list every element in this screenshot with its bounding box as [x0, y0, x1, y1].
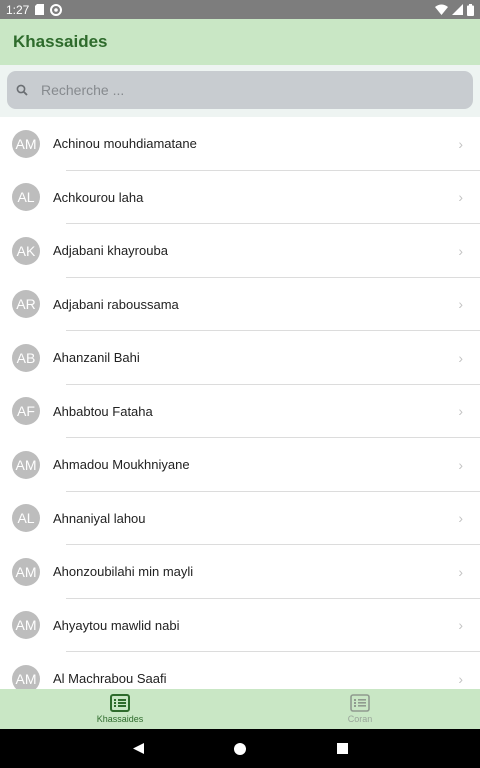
status-left: 1:27: [6, 2, 63, 17]
avatar: AL: [12, 504, 40, 533]
app-bar: Khassaides: [0, 19, 480, 65]
chevron-right-icon: ›: [458, 296, 463, 313]
tab-khassaides-label: Khassaides: [96, 714, 144, 724]
list-item[interactable]: AM Ahonzoubilahi min mayli ›: [0, 545, 480, 599]
list-item-label: Ahmadou Moukhniyane: [53, 457, 190, 473]
chevron-right-icon: ›: [458, 617, 463, 634]
list-icon: [110, 694, 130, 712]
search-bar-container: [0, 65, 480, 117]
chevron-right-icon: ›: [458, 563, 463, 580]
battery-icon: [467, 3, 474, 16]
list-item[interactable]: AM Achinou mouhdiamatane ›: [0, 117, 480, 171]
avatar: AM: [12, 611, 40, 640]
tab-khassaides[interactable]: Khassaides: [0, 689, 240, 729]
chevron-right-icon: ›: [458, 510, 463, 527]
list-item-label: Ahbabtou Fataha: [53, 403, 153, 419]
bottom-tab-bar: Khassaides Coran: [0, 689, 480, 729]
tab-coran[interactable]: Coran: [240, 689, 480, 729]
sync-icon: [50, 3, 63, 16]
list-item[interactable]: AB Ahanzanil Bahi ›: [0, 331, 480, 385]
chevron-right-icon: ›: [458, 189, 463, 206]
status-bar: 1:27: [0, 0, 480, 19]
avatar: AL: [12, 183, 40, 212]
chevron-right-icon: ›: [458, 135, 463, 152]
list-item[interactable]: AL Ahnaniyal lahou ›: [0, 492, 480, 546]
avatar: AM: [12, 129, 40, 158]
list-item[interactable]: AM Al Machrabou Saafi ›: [0, 652, 480, 689]
sd-card-icon: [35, 4, 45, 15]
list-item-label: Achkourou laha: [53, 189, 144, 205]
home-button[interactable]: [189, 742, 291, 755]
tab-coran-label: Coran: [347, 714, 373, 724]
avatar: AR: [12, 290, 40, 319]
back-icon: [132, 743, 144, 754]
status-time: 1:27: [6, 2, 30, 17]
list-item-label: Adjabani khayrouba: [53, 243, 168, 259]
search-bar[interactable]: [7, 71, 473, 109]
avatar: AF: [12, 397, 40, 426]
avatar: AM: [12, 557, 40, 586]
list-item[interactable]: AK Adjabani khayrouba ›: [0, 224, 480, 278]
list-item-label: Adjabani raboussama: [53, 296, 179, 312]
signal-icon: [452, 4, 463, 15]
recents-icon: [336, 743, 348, 754]
chevron-right-icon: ›: [458, 456, 463, 473]
search-input[interactable]: [41, 82, 441, 98]
avatar: AM: [12, 450, 40, 479]
chevron-right-icon: ›: [458, 403, 463, 420]
list-icon: [350, 694, 370, 712]
page-title: Khassaides: [13, 32, 108, 51]
chevron-right-icon: ›: [458, 349, 463, 366]
wifi-icon: [435, 4, 448, 15]
system-nav-bar: [0, 729, 480, 768]
search-icon: [16, 84, 28, 96]
avatar: AB: [12, 343, 40, 372]
chevron-right-icon: ›: [458, 670, 463, 687]
list-item[interactable]: AF Ahbabtou Fataha ›: [0, 385, 480, 439]
list-item-label: Ahonzoubilahi min mayli: [53, 564, 194, 580]
list-item-label: Achinou mouhdiamatane: [53, 136, 197, 152]
status-right: [435, 3, 474, 16]
list-item[interactable]: AL Achkourou laha ›: [0, 171, 480, 225]
list-item[interactable]: AR Adjabani raboussama ›: [0, 278, 480, 332]
back-button[interactable]: [87, 742, 189, 755]
khassaides-list[interactable]: AM Achinou mouhdiamatane › AL Achkourou laha…: [0, 117, 480, 689]
list-item[interactable]: AM Ahmadou Moukhniyane ›: [0, 438, 480, 492]
avatar: AM: [12, 664, 40, 689]
chevron-right-icon: ›: [458, 242, 463, 259]
home-icon: [234, 742, 246, 755]
list-item-label: Ahanzanil Bahi: [53, 350, 140, 366]
recents-button[interactable]: [291, 743, 393, 754]
list-item-label: Al Machrabou Saafi: [53, 671, 167, 687]
list-item-label: Ahnaniyal lahou: [53, 510, 146, 526]
list-item[interactable]: AM Ahyaytou mawlid nabi ›: [0, 599, 480, 653]
avatar: AK: [12, 236, 40, 265]
list-item-label: Ahyaytou mawlid nabi: [53, 617, 180, 633]
